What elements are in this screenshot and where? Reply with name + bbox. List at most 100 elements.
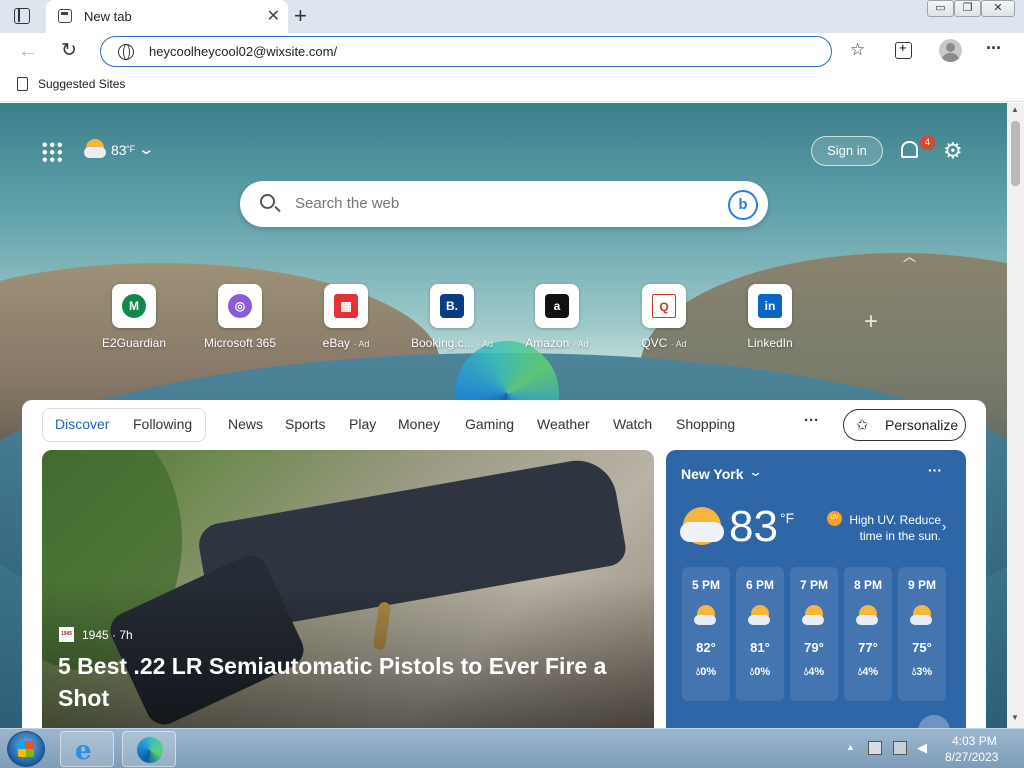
new-tab-button[interactable]: + (294, 3, 307, 29)
weather-scroll-button[interactable] (918, 715, 950, 728)
close-tab-icon[interactable]: ✕ (267, 6, 280, 26)
favorite-suggested-sites[interactable]: Suggested Sites (38, 77, 125, 91)
scroll-up-arrow-icon[interactable]: ▲ (1011, 105, 1019, 114)
minimize-button[interactable]: ▭ (927, 0, 954, 17)
quick-link-amazon[interactable]: a Amazon · Ad (512, 284, 602, 350)
scroll-down-arrow-icon[interactable]: ▼ (1011, 713, 1019, 722)
quick-link-tile[interactable]: Q (642, 284, 686, 328)
bing-chat-icon[interactable]: b (728, 190, 758, 220)
hero-article[interactable]: 1945 1945 · 7h 5 Best .22 LR Semiautomat… (42, 450, 654, 728)
weather-more-icon[interactable]: ··· (928, 462, 942, 478)
chevron-down-icon[interactable]: ⌄ (137, 140, 155, 158)
taskbar-internet-explorer[interactable]: e (60, 731, 114, 767)
forecast-temp: 82° (696, 640, 716, 655)
volume-muted-icon[interactable]: ◀ (917, 741, 931, 755)
hourly-forecast-item[interactable]: 9 PM 75° 💧︎3% (898, 567, 946, 701)
add-shortcut-icon[interactable]: + (864, 308, 878, 336)
address-bar[interactable]: heycoolheycool02@wixsite.com/ (100, 36, 832, 67)
notifications-bell-icon[interactable] (901, 141, 918, 158)
favorites-star-icon[interactable]: ☆ (850, 40, 865, 60)
page-scrollbar[interactable]: ▲ ▼ (1007, 103, 1024, 728)
weather-mini-temp[interactable]: 83 (111, 142, 127, 158)
personalize-button[interactable]: ✩ Personalize (843, 409, 966, 441)
url-text[interactable]: heycoolheycool02@wixsite.com/ (149, 44, 337, 59)
forecast-precip: 4% (808, 666, 825, 678)
quick-link-tile[interactable]: ▦ (324, 284, 368, 328)
scroll-thumb[interactable] (1011, 121, 1020, 186)
gear-icon[interactable]: ⚙ (943, 138, 963, 164)
quick-link-booking[interactable]: B. Booking.c... · Ad (407, 284, 497, 350)
e2guardian-icon: M (122, 294, 146, 318)
partly-sunny-icon (802, 605, 826, 627)
hourly-forecast-item[interactable]: 6 PM 81° 💧︎0% (736, 567, 784, 701)
back-button[interactable]: ← (18, 40, 38, 63)
tab-news[interactable]: News (228, 416, 263, 432)
source-logo: 1945 (59, 627, 74, 642)
clock-date[interactable]: 8/27/2023 (945, 750, 998, 764)
tab-following[interactable]: Following (133, 416, 192, 432)
quick-link-label: Amazon (525, 336, 570, 350)
refresh-button[interactable]: ↻ (61, 39, 77, 62)
browser-tab[interactable]: New tab ✕ (46, 0, 288, 33)
forecast-time: 8 PM (853, 578, 882, 592)
forecast-precip: 3% (916, 666, 933, 678)
clock-time[interactable]: 4:03 PM (952, 734, 997, 748)
feed-more-icon[interactable]: ··· (804, 412, 819, 429)
tab-weather[interactable]: Weather (537, 416, 590, 432)
quick-link-tile[interactable]: M (112, 284, 156, 328)
forecast-precip: 0% (754, 666, 771, 678)
quick-link-ebay[interactable]: ▦ eBay · Ad (301, 284, 391, 350)
article-title[interactable]: 5 Best .22 LR Semiautomatic Pistols to E… (58, 650, 618, 714)
qvc-icon: Q (652, 294, 676, 318)
quick-link-label: E2Guardian (101, 336, 167, 350)
forecast-temp: 81° (750, 640, 770, 655)
restore-button[interactable]: ❐ (954, 0, 981, 17)
tab-sports[interactable]: Sports (285, 416, 325, 432)
forecast-precip: 0% (700, 666, 717, 678)
collections-icon[interactable] (895, 40, 912, 59)
tab-watch[interactable]: Watch (613, 416, 652, 432)
chevron-right-icon[interactable]: › (942, 519, 946, 534)
quick-link-microsoft-365[interactable]: ◎ Microsoft 365 (195, 284, 285, 350)
hourly-forecast-item[interactable]: 5 PM 82° 💧︎0% (682, 567, 730, 701)
tab-gaming[interactable]: Gaming (465, 416, 514, 432)
quick-link-linkedin[interactable]: in LinkedIn (725, 284, 815, 350)
taskbar-edge[interactable] (122, 731, 176, 767)
profile-avatar[interactable] (939, 39, 962, 62)
chevron-up-icon[interactable]: ︿ (903, 246, 916, 265)
hourly-forecast-item[interactable]: 7 PM 79° 💧︎4% (790, 567, 838, 701)
start-button[interactable] (7, 731, 45, 767)
quick-link-tile[interactable]: ◎ (218, 284, 262, 328)
close-window-button[interactable]: ✕ (981, 0, 1015, 17)
tab-actions-icon[interactable] (14, 8, 30, 24)
personalize-star-icon: ✩ (856, 417, 869, 434)
quick-link-label: Microsoft 365 (203, 336, 277, 350)
apps-grid-icon[interactable] (41, 141, 63, 163)
quick-link-tile[interactable]: a (535, 284, 579, 328)
tab-shopping[interactable]: Shopping (676, 416, 735, 432)
partly-sunny-icon (694, 605, 718, 627)
tab-money[interactable]: Money (398, 416, 440, 432)
action-center-flag-icon[interactable] (868, 741, 882, 755)
weather-card[interactable]: New York ⌄ ··· 83 °F UV High UV. Reduce … (666, 450, 966, 728)
quick-link-tile[interactable]: B. (430, 284, 474, 328)
search-icon (260, 194, 275, 209)
quick-link-tile[interactable]: in (748, 284, 792, 328)
quick-link-e2guardian[interactable]: M E2Guardian (89, 284, 179, 350)
tab-discover[interactable]: Discover (55, 416, 109, 432)
search-box[interactable]: b (240, 181, 768, 227)
quick-link-qvc[interactable]: Q QVC · Ad (619, 284, 709, 350)
show-hidden-icons-arrow-icon[interactable]: ▲ (846, 742, 855, 752)
search-input[interactable] (295, 195, 695, 212)
weather-alert[interactable]: High UV. Reduce time in the sun. (846, 512, 941, 544)
title-bar: New tab ✕ + ▭ ❐ ✕ (0, 0, 1024, 33)
weather-city[interactable]: New York (681, 466, 744, 482)
hourly-forecast-item[interactable]: 8 PM 77° 💧︎4% (844, 567, 892, 701)
settings-more-icon[interactable]: ··· (986, 38, 1002, 59)
chevron-down-icon[interactable]: ⌄ (748, 464, 763, 480)
forecast-precip: 4% (862, 666, 879, 678)
quick-link-label: eBay (322, 336, 350, 350)
sign-in-button[interactable]: Sign in (811, 136, 883, 166)
network-icon[interactable] (893, 741, 907, 755)
tab-play[interactable]: Play (349, 416, 376, 432)
